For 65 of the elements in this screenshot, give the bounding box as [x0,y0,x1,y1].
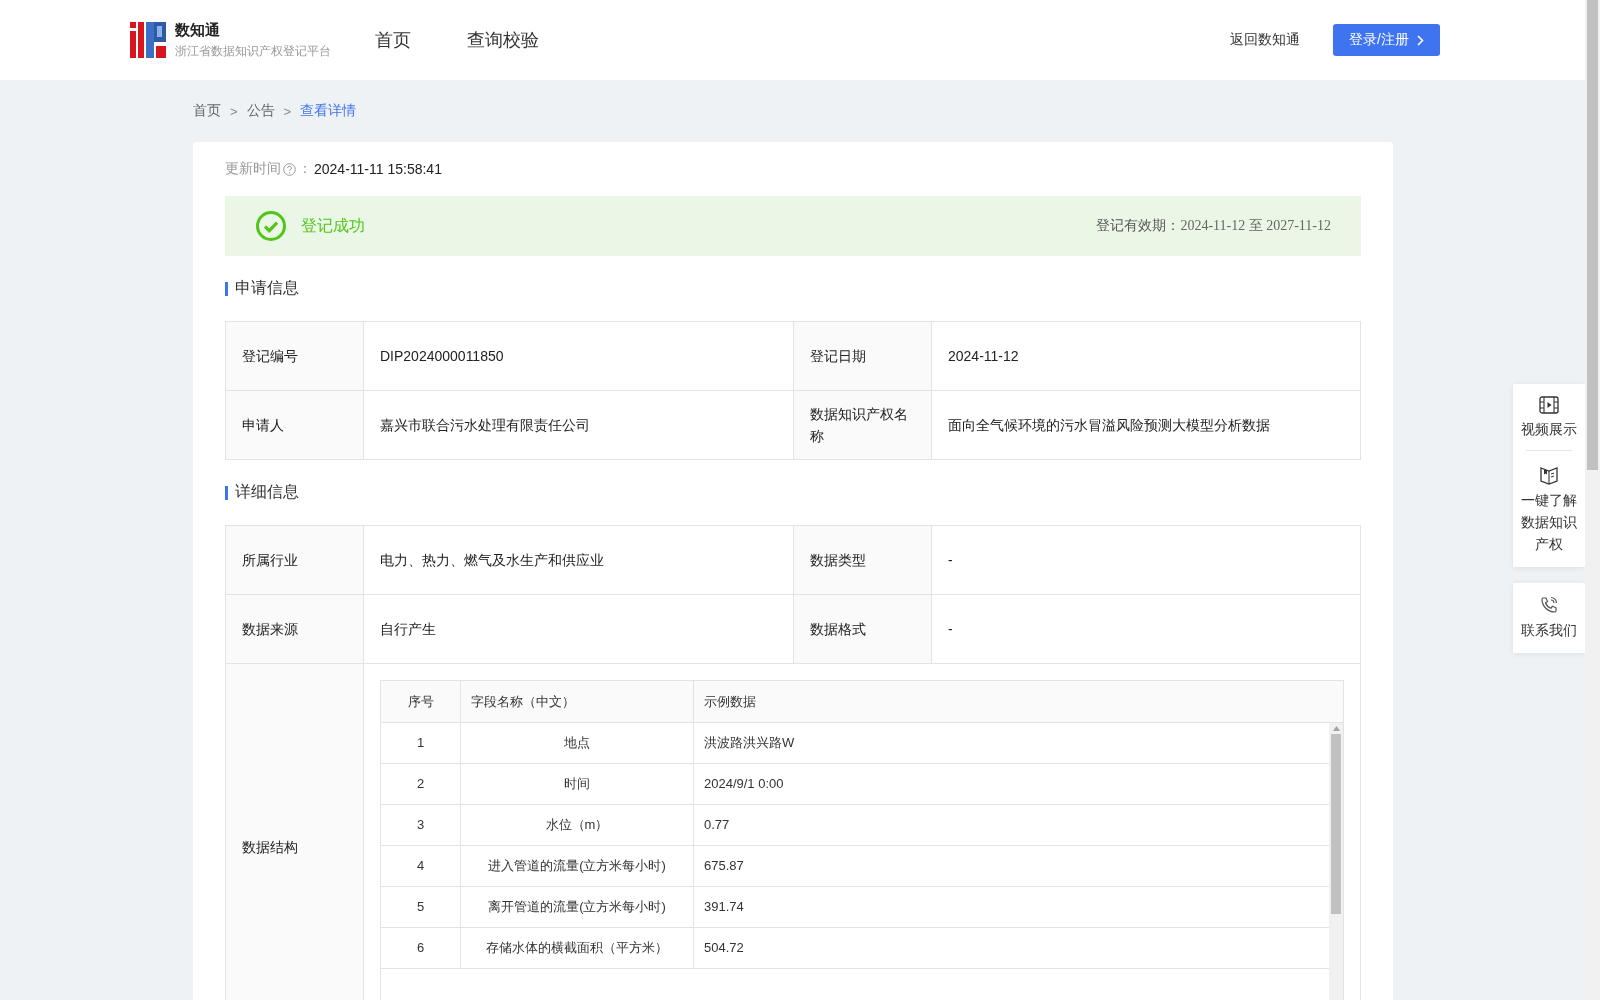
breadcrumb-link[interactable]: 首页 [193,102,221,120]
breadcrumb-link[interactable]: 查看详情 [300,102,357,120]
field-label: 登记编号 [226,322,364,391]
nav-link[interactable]: 首页 [375,28,411,52]
scrollbar[interactable] [1585,0,1600,1000]
table-cell-text: 洪波路洪兴路W [703,734,796,752]
colon: ： [298,160,312,178]
field-label: 数据格式 [794,595,932,664]
back-link[interactable]: 返回数知通 [1230,31,1301,49]
table-cell: 4 [381,846,461,886]
site-name: 数知通 [175,20,221,40]
nav-link[interactable]: 查询校验 [467,28,539,52]
breadcrumb-link[interactable]: 公告 [246,102,275,120]
breadcrumb-separator: > [230,103,238,119]
table-cell: 2 [381,764,461,804]
section-title: 详细信息 [235,482,299,502]
validity-label: 登记有效期： [1096,217,1181,235]
table-cell: 离开管道的流量(立方米每小时) [461,887,694,927]
table-cell-text: 391.74 [703,898,745,916]
table-cell: 地点 [461,723,694,763]
film-icon [1539,396,1559,414]
table-cell-text: 0.77 [703,816,731,834]
phone-icon [1539,595,1559,615]
table-cell: 水位（m） [461,805,694,845]
login-button[interactable]: 登录/注册 [1333,24,1440,56]
table-cell: 存储水体的横截面积（平方米） [461,928,694,968]
table-cell-text: 675.87 [703,857,745,875]
chevron-icon [1417,34,1424,46]
table-cell: 时间 [461,764,694,804]
field-label: 登记日期 [794,322,932,391]
side-link[interactable]: 视频展示 [1519,396,1579,440]
field-value: - [932,595,1361,664]
field-label: 申请人 [226,391,364,460]
table-cell: 6 [381,928,461,968]
table-cell: 5 [381,887,461,927]
table-cell: 进入管道的流量(立方米每小时) [461,846,694,886]
table-cell: 1 [381,723,461,763]
column-header: 序号 [381,681,461,722]
table-cell-text: 2024/9/1 0:00 [703,775,785,793]
side-link[interactable]: 一键了解数据知识产权 [1519,465,1579,555]
breadcrumb-separator: > [283,103,292,119]
table-cell: 3 [381,805,461,845]
field-label: 数据来源 [226,595,364,664]
table-cell-text: 504.72 [703,939,745,957]
update-time-value: 2024-11-11 15:58:41 [314,161,442,177]
section-title: 申请信息 [235,278,299,298]
field-value: 面向全气候环境的污水冒溢风险预测大模型分析数据 [932,391,1361,460]
site-subtitle: 浙江省数据知识产权登记平台 [175,42,331,60]
column-header: 示例数据 [703,692,757,711]
scrollbar[interactable] [1329,723,1343,1000]
check-circle-icon [255,210,287,242]
validity-period: 2024-11-12 至 2027-11-12 [1180,217,1331,235]
update-time-label: 更新时间 [225,160,281,178]
field-label: 数据类型 [794,526,932,595]
help-icon [283,162,296,176]
field-label: 数据知识产权名称 [794,391,932,460]
field-value: - [932,526,1361,595]
scroll-up-icon[interactable] [1332,726,1340,731]
column-header: 字段名称（中文） [461,681,694,722]
status-text: 登记成功 [301,215,365,236]
field-label: 数据结构 [226,664,364,1000]
field-label: 所属行业 [226,526,364,595]
logo-icon [130,22,166,58]
field-value: 2024-11-12 [932,322,1361,391]
book-icon [1539,465,1559,485]
